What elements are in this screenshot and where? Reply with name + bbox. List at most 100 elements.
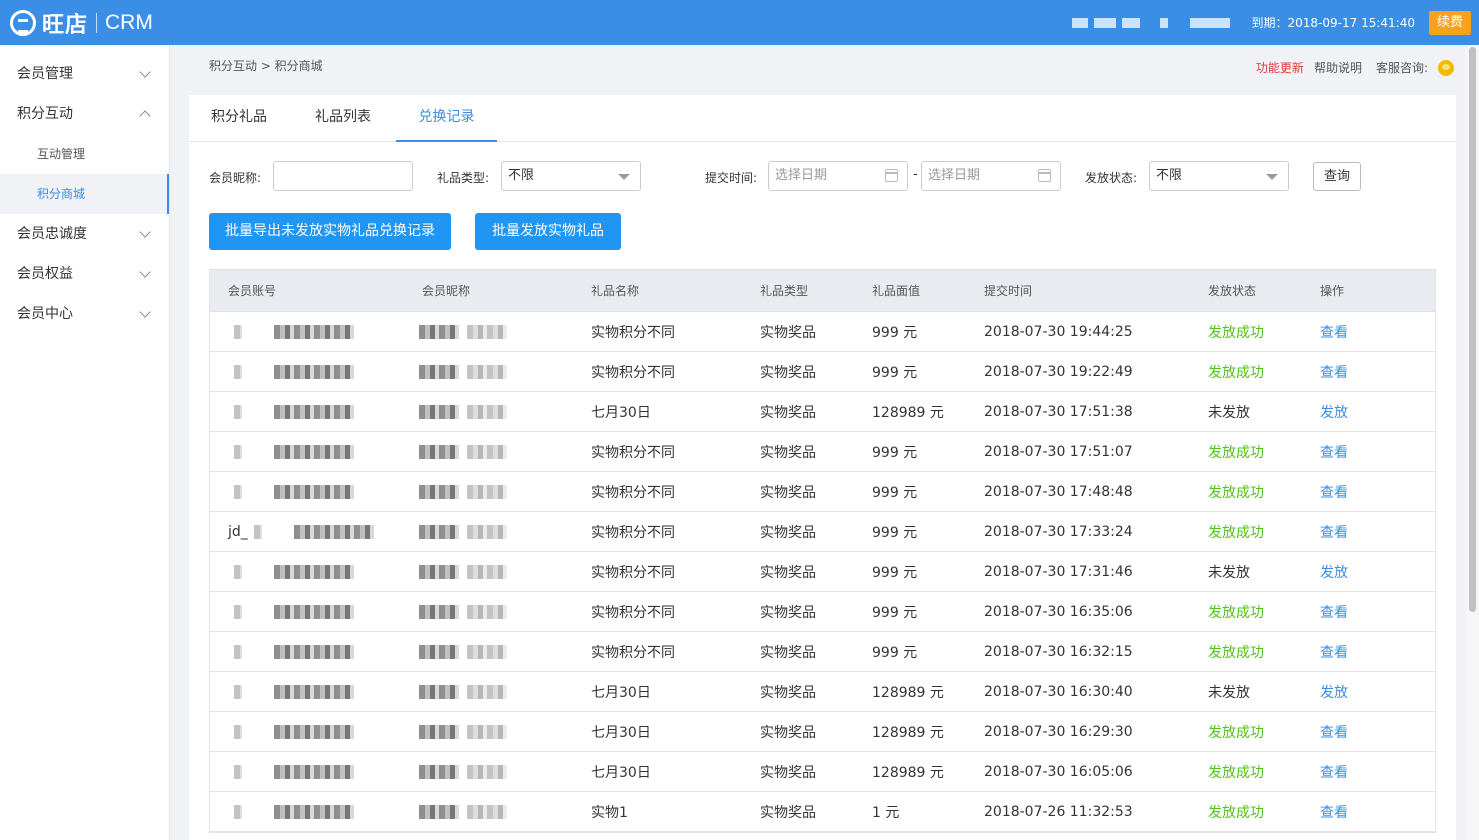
cell-action[interactable]: 查看 bbox=[1320, 752, 1348, 791]
redacted-nickname-mosaic bbox=[419, 644, 459, 659]
cell-action[interactable]: 查看 bbox=[1320, 312, 1348, 351]
sidebar-item-member-loyalty[interactable]: 会员忠诚度 bbox=[0, 214, 169, 254]
cell-gift-value: 999 元 bbox=[872, 564, 918, 581]
cell-status: 未发放 bbox=[1208, 684, 1250, 701]
cell-nickname bbox=[419, 352, 507, 391]
cell-status: 发放成功 bbox=[1208, 764, 1264, 781]
cell-nickname bbox=[419, 752, 507, 791]
page-scrollbar[interactable] bbox=[1466, 45, 1479, 840]
logo-divider bbox=[96, 13, 98, 33]
help-link[interactable]: 帮助说明 bbox=[1314, 59, 1362, 76]
cell-gift-type: 实物奖品 bbox=[760, 564, 816, 581]
redacted-nickname-mosaic bbox=[419, 484, 459, 499]
redacted-account-mosaic bbox=[234, 644, 242, 659]
redacted-nickname-mosaic bbox=[419, 444, 459, 459]
filter-bar: 会员昵称: 礼品类型: 不限 提交时间: 选择日期 - 选择日期 发放状态: 不… bbox=[209, 161, 1449, 193]
cell-action[interactable]: 查看 bbox=[1320, 592, 1348, 631]
redacted-nickname-mosaic bbox=[467, 524, 507, 539]
redacted-nickname-mosaic bbox=[467, 764, 507, 779]
cell-submit-time: 2018-07-30 17:51:07 bbox=[984, 443, 1133, 460]
cell-submit-time: 2018-07-30 17:48:48 bbox=[984, 483, 1133, 500]
cell-action[interactable]: 查看 bbox=[1320, 432, 1348, 471]
cell-status: 未发放 bbox=[1208, 564, 1250, 581]
export-unissued-button[interactable]: 批量导出未发放实物礼品兑换记录 bbox=[209, 213, 451, 250]
tab-points-gifts[interactable]: 积分礼品 bbox=[189, 95, 289, 142]
redacted-account-mosaic bbox=[274, 404, 354, 419]
nickname-input[interactable] bbox=[273, 161, 413, 191]
cell-gift-value: 1 元 bbox=[872, 804, 900, 821]
exchange-records-table: 会员账号 会员昵称 礼品名称 礼品类型 礼品面值 提交时间 发放状态 操作 实物… bbox=[209, 269, 1436, 833]
cell-gift-type: 实物奖品 bbox=[760, 324, 816, 341]
redacted-account-mosaic bbox=[274, 804, 354, 819]
redacted-nickname-mosaic bbox=[467, 484, 507, 499]
status-label: 发放状态: bbox=[1085, 171, 1138, 185]
cell-gift-type: 实物奖品 bbox=[760, 764, 816, 781]
cell-action[interactable]: 发放 bbox=[1320, 552, 1348, 591]
sidebar-item-member-center[interactable]: 会员中心 bbox=[0, 294, 169, 334]
start-date-input[interactable]: 选择日期 bbox=[768, 161, 908, 191]
cell-account bbox=[228, 312, 354, 351]
cell-submit-time: 2018-07-30 17:31:46 bbox=[984, 563, 1133, 580]
tab-gift-list[interactable]: 礼品列表 bbox=[293, 95, 393, 142]
tab-exchange-records[interactable]: 兑换记录 bbox=[396, 95, 497, 142]
query-button[interactable]: 查询 bbox=[1313, 162, 1361, 191]
cell-action[interactable]: 查看 bbox=[1320, 792, 1348, 831]
sidebar-item-label: 会员中心 bbox=[17, 306, 73, 322]
cell-nickname bbox=[419, 712, 507, 751]
logo-product: CRM bbox=[105, 11, 153, 34]
cell-gift-value: 128989 元 bbox=[872, 684, 944, 701]
scrollbar-thumb[interactable] bbox=[1469, 47, 1476, 612]
col-account: 会员账号 bbox=[228, 284, 277, 298]
feature-update-link[interactable]: 功能更新 bbox=[1256, 59, 1304, 76]
page-header: 积分互动 > 积分商城 功能更新 帮助说明 客服咨询: bbox=[170, 45, 1466, 90]
cell-status: 未发放 bbox=[1208, 404, 1250, 421]
redacted-nickname-mosaic bbox=[467, 604, 507, 619]
cell-account bbox=[228, 672, 354, 711]
cell-action[interactable]: 查看 bbox=[1320, 352, 1348, 391]
renew-button[interactable]: 续费 bbox=[1428, 10, 1471, 35]
batch-issue-button[interactable]: 批量发放实物礼品 bbox=[475, 213, 621, 250]
chat-bubble-icon[interactable] bbox=[1438, 59, 1454, 76]
redacted-account-mosaic bbox=[234, 484, 242, 499]
redacted-account-mosaic bbox=[234, 324, 242, 339]
cell-status: 发放成功 bbox=[1208, 524, 1264, 541]
cell-action[interactable]: 查看 bbox=[1320, 712, 1348, 751]
redacted-nickname-mosaic bbox=[419, 364, 459, 379]
gift-type-select[interactable]: 不限 bbox=[501, 161, 641, 191]
redacted-nickname-mosaic bbox=[419, 804, 459, 819]
cell-action[interactable]: 发放 bbox=[1320, 392, 1348, 431]
table-row: 实物1 实物奖品 1 元 2018-07-26 11:32:53 发放成功 查看 bbox=[210, 792, 1435, 832]
cell-gift-type: 实物奖品 bbox=[760, 804, 816, 821]
sidebar-item-member-management[interactable]: 会员管理 bbox=[0, 54, 169, 94]
chevron-down-icon bbox=[139, 266, 151, 278]
sidebar-item-member-benefits[interactable]: 会员权益 bbox=[0, 254, 169, 294]
cell-account: jd_ bbox=[228, 512, 374, 551]
col-submit-time: 提交时间 bbox=[984, 284, 1033, 298]
redacted-nickname-mosaic bbox=[467, 644, 507, 659]
cell-action[interactable]: 查看 bbox=[1320, 472, 1348, 511]
cell-submit-time: 2018-07-30 16:32:15 bbox=[984, 643, 1133, 660]
cell-action[interactable]: 发放 bbox=[1320, 672, 1348, 711]
cell-account bbox=[228, 472, 354, 511]
col-action: 操作 bbox=[1320, 284, 1345, 298]
col-gift-type: 礼品类型 bbox=[760, 284, 809, 298]
cell-action[interactable]: 查看 bbox=[1320, 632, 1348, 671]
col-gift-name: 礼品名称 bbox=[591, 284, 640, 298]
table-body: 实物积分不同 实物奖品 999 元 2018-07-30 19:44:25 发放成功 查看… bbox=[210, 312, 1435, 832]
sidebar-item-points-interaction[interactable]: 积分互动 bbox=[0, 94, 169, 134]
cell-submit-time: 2018-07-30 16:05:06 bbox=[984, 763, 1133, 780]
cell-gift-value: 999 元 bbox=[872, 524, 918, 541]
sidebar-subitem-points-mall[interactable]: 积分商城 bbox=[0, 174, 169, 214]
redacted-account-mosaic bbox=[234, 724, 242, 739]
sidebar-subitem-interaction-management[interactable]: 互动管理 bbox=[0, 134, 169, 174]
cell-gift-type: 实物奖品 bbox=[760, 444, 816, 461]
table-row: 实物积分不同 实物奖品 999 元 2018-07-30 19:44:25 发放成功 查看 bbox=[210, 312, 1435, 352]
logo[interactable]: 旺店 CRM bbox=[10, 7, 153, 39]
redacted-nickname-mosaic bbox=[419, 724, 459, 739]
cell-status: 发放成功 bbox=[1208, 364, 1264, 381]
cell-action[interactable]: 查看 bbox=[1320, 512, 1348, 551]
cell-gift-value: 128989 元 bbox=[872, 764, 944, 781]
status-select[interactable]: 不限 bbox=[1149, 161, 1289, 191]
end-date-input[interactable]: 选择日期 bbox=[921, 161, 1061, 191]
redacted-account-mosaic bbox=[234, 684, 242, 699]
